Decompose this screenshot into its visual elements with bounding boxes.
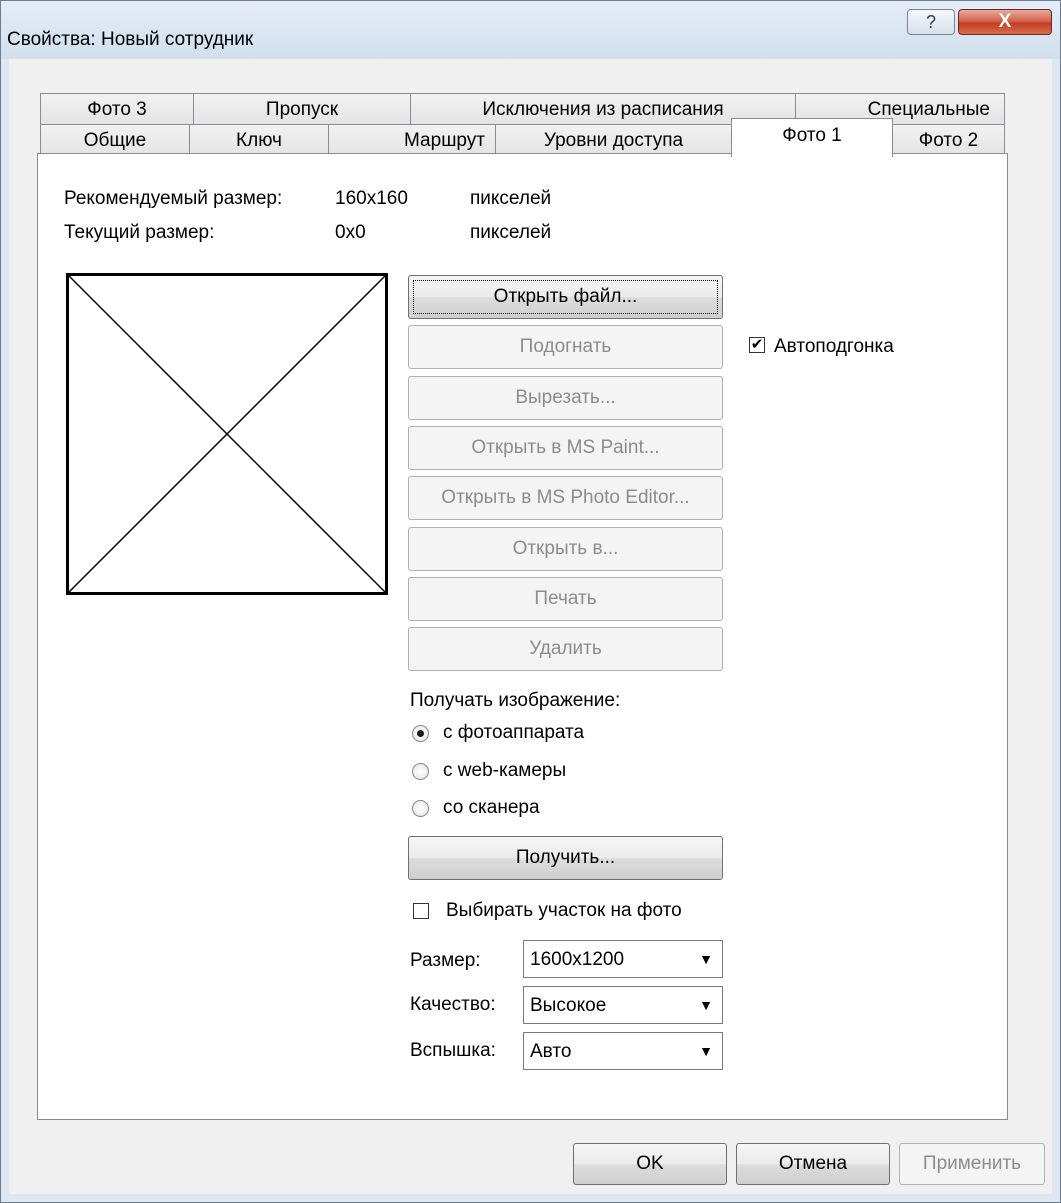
tab-foto-3[interactable]: Фото 3: [40, 93, 194, 126]
flash-select[interactable]: Авто ▼: [523, 1032, 723, 1070]
delete-button[interactable]: Удалить: [408, 627, 723, 671]
chevron-down-icon[interactable]: ▼: [691, 942, 721, 976]
empty-photo-cross-icon: [69, 276, 385, 592]
select-region-checkbox[interactable]: [413, 903, 429, 919]
tab-propusk[interactable]: Пропуск: [193, 93, 411, 126]
recommended-size-unit: пикселей: [470, 188, 552, 209]
autofit-checkbox[interactable]: ✔: [749, 337, 765, 353]
radio-camera[interactable]: [412, 725, 429, 742]
current-size-value: 0x0: [335, 222, 366, 243]
cut-button[interactable]: Вырезать...: [408, 376, 723, 420]
radio-scanner[interactable]: [412, 800, 429, 817]
chevron-down-icon[interactable]: ▼: [691, 988, 721, 1022]
radio-webcam[interactable]: [412, 763, 429, 780]
flash-select-value: Авто: [530, 1041, 572, 1062]
open-file-button[interactable]: Открыть файл...: [408, 275, 723, 319]
close-button[interactable]: X: [958, 9, 1052, 35]
quality-select-value: Высокое: [530, 995, 607, 1016]
radio-webcam-label[interactable]: с web-камеры: [443, 760, 566, 782]
fit-button[interactable]: Подогнать: [408, 325, 723, 369]
help-button[interactable]: ?: [907, 9, 955, 35]
tab-foto-1[interactable]: Фото 1: [731, 118, 893, 157]
window-title: Свойства: Новый сотрудник: [7, 29, 254, 50]
quality-label: Качество:: [410, 994, 496, 1015]
open-in-photo-editor-button[interactable]: Открыть в MS Photo Editor...: [408, 476, 723, 520]
get-image-button[interactable]: Получить...: [408, 836, 723, 880]
radio-camera-label[interactable]: с фотоаппарата: [443, 722, 584, 744]
size-select[interactable]: 1600x1200 ▼: [523, 940, 723, 978]
open-in-paint-button[interactable]: Открыть в MS Paint...: [408, 426, 723, 470]
current-size-label: Текущий размер:: [64, 222, 215, 243]
size-label: Размер:: [410, 950, 481, 971]
open-in-button[interactable]: Открыть в...: [408, 527, 723, 571]
cancel-button[interactable]: Отмена: [736, 1143, 890, 1185]
apply-button[interactable]: Применить: [899, 1143, 1045, 1185]
acquire-title: Получать изображение:: [410, 690, 621, 711]
photo-placeholder: [66, 273, 388, 595]
radio-scanner-label[interactable]: со сканера: [443, 797, 540, 819]
recommended-size-value: 160x160: [335, 188, 408, 209]
ok-button[interactable]: OK: [573, 1143, 727, 1185]
title-bar[interactable]: Свойства: Новый сотрудник ? X: [1, 1, 1060, 59]
print-button[interactable]: Печать: [408, 577, 723, 621]
flash-label: Вспышка:: [410, 1040, 496, 1061]
current-size-unit: пикселей: [470, 222, 552, 243]
recommended-size-label: Рекомендуемый размер:: [64, 188, 283, 209]
size-select-value: 1600x1200: [530, 949, 625, 970]
select-region-label[interactable]: Выбирать участок на фото: [446, 900, 682, 922]
autofit-label[interactable]: Автоподгонка: [774, 336, 894, 358]
quality-select[interactable]: Высокое ▼: [523, 986, 723, 1024]
chevron-down-icon[interactable]: ▼: [691, 1034, 721, 1068]
